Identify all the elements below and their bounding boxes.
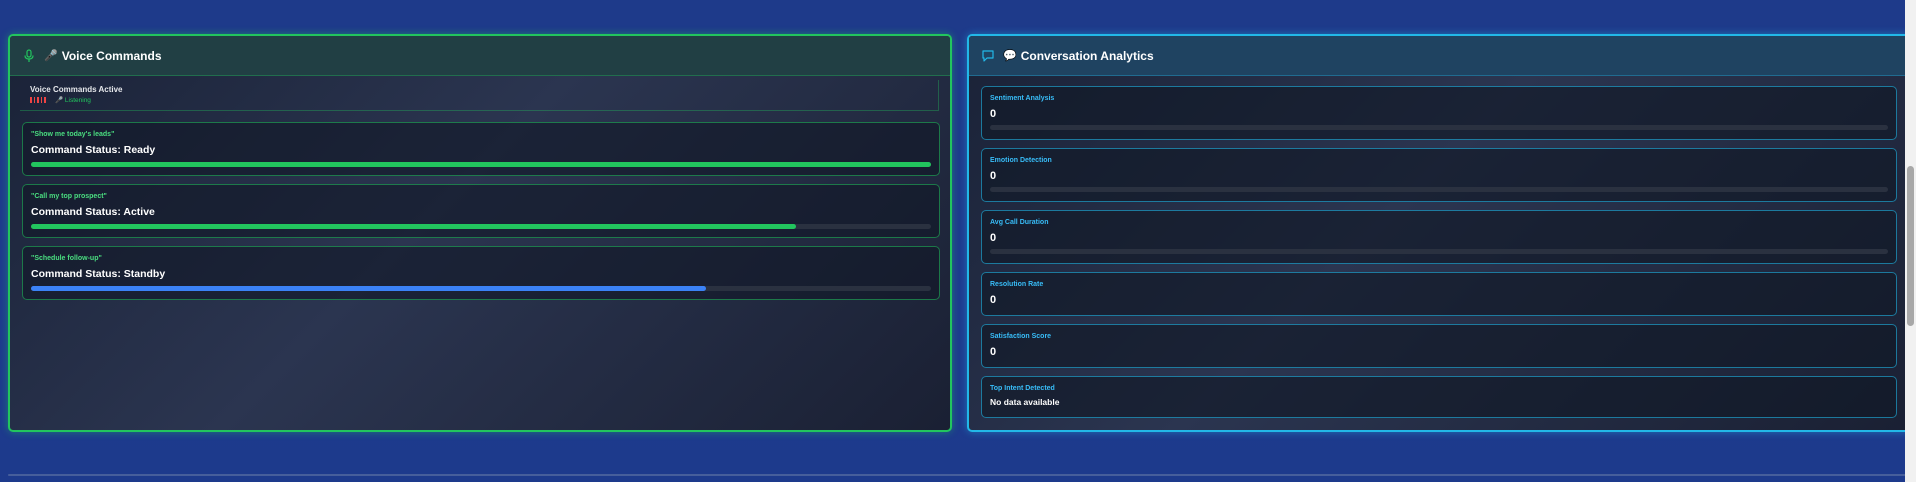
conversation-analytics-title: Conversation Analytics <box>1020 48 1154 63</box>
next-panel-edge <box>8 474 1908 476</box>
command-card[interactable]: "Schedule follow-up" Command Status: Sta… <box>22 246 940 300</box>
command-phrase: "Schedule follow-up" <box>31 255 102 262</box>
voice-status-title: Voice Commands Active <box>30 85 123 94</box>
metric-label: Emotion Detection <box>990 157 1052 164</box>
page-scrollbar[interactable] <box>1905 0 1916 482</box>
microphone-emoji-icon: 🎤 <box>44 50 58 62</box>
command-progress-fill <box>31 224 796 229</box>
speech-balloon-emoji-icon: 💬 <box>1003 50 1017 62</box>
command-progress-fill <box>31 162 931 167</box>
conversation-analytics-header: 💬 Conversation Analytics <box>969 36 1908 76</box>
voice-commands-panel: 🎤 Voice Commands Voice Commands Active 🎤… <box>8 34 952 432</box>
metric-progress-track <box>990 187 1888 192</box>
metric-value: No data available <box>990 397 1060 407</box>
metric-card-top-intent[interactable]: Top Intent Detected No data available <box>981 376 1897 418</box>
metric-value: 0 <box>990 108 997 120</box>
metric-value: 0 <box>990 170 997 182</box>
command-status: Command Status: Ready <box>31 144 156 156</box>
metric-label: Satisfaction Score <box>990 333 1052 340</box>
command-progress-fill <box>31 286 706 291</box>
command-phrase: "Show me today's leads" <box>31 131 115 138</box>
chat-bubble-icon <box>981 49 995 63</box>
metric-card-satisfaction-score[interactable]: Satisfaction Score 0 <box>981 324 1897 368</box>
command-progress-track <box>31 162 931 167</box>
audio-level-icon <box>30 97 46 103</box>
metric-progress-track <box>990 125 1888 130</box>
command-progress-track <box>31 224 931 229</box>
metric-card-avg-call-duration[interactable]: Avg Call Duration 0 <box>981 210 1897 264</box>
metric-label: Resolution Rate <box>990 281 1044 288</box>
voice-commands-header: 🎤 Voice Commands <box>10 36 950 76</box>
command-card[interactable]: "Call my top prospect" Command Status: A… <box>22 184 940 238</box>
command-status: Command Status: Active <box>31 206 155 218</box>
command-card[interactable]: "Show me today's leads" Command Status: … <box>22 122 940 176</box>
metric-card-sentiment[interactable]: Sentiment Analysis 0 <box>981 86 1897 140</box>
metric-card-resolution-rate[interactable]: Resolution Rate 0 <box>981 272 1897 316</box>
microphone-icon <box>22 48 36 63</box>
metric-label: Top Intent Detected <box>990 385 1055 392</box>
voice-status-row: Voice Commands Active 🎤 Listening <box>20 80 939 111</box>
scrollbar-thumb[interactable] <box>1907 166 1914 326</box>
command-phrase: "Call my top prospect" <box>31 193 107 200</box>
metric-progress-track <box>990 249 1888 254</box>
metric-label: Sentiment Analysis <box>990 95 1055 102</box>
listening-indicator: 🎤 Listening <box>55 97 91 104</box>
conversation-analytics-panel: 💬 Conversation Analytics Sentiment Analy… <box>967 34 1910 432</box>
metric-value: 0 <box>990 346 997 358</box>
metric-value: 0 <box>990 294 997 306</box>
metric-value: 0 <box>990 232 997 244</box>
metric-card-emotion[interactable]: Emotion Detection 0 <box>981 148 1897 202</box>
voice-commands-title: Voice Commands <box>61 48 162 63</box>
command-progress-track <box>31 286 931 291</box>
metric-label: Avg Call Duration <box>990 219 1049 226</box>
command-status: Command Status: Standby <box>31 268 166 280</box>
